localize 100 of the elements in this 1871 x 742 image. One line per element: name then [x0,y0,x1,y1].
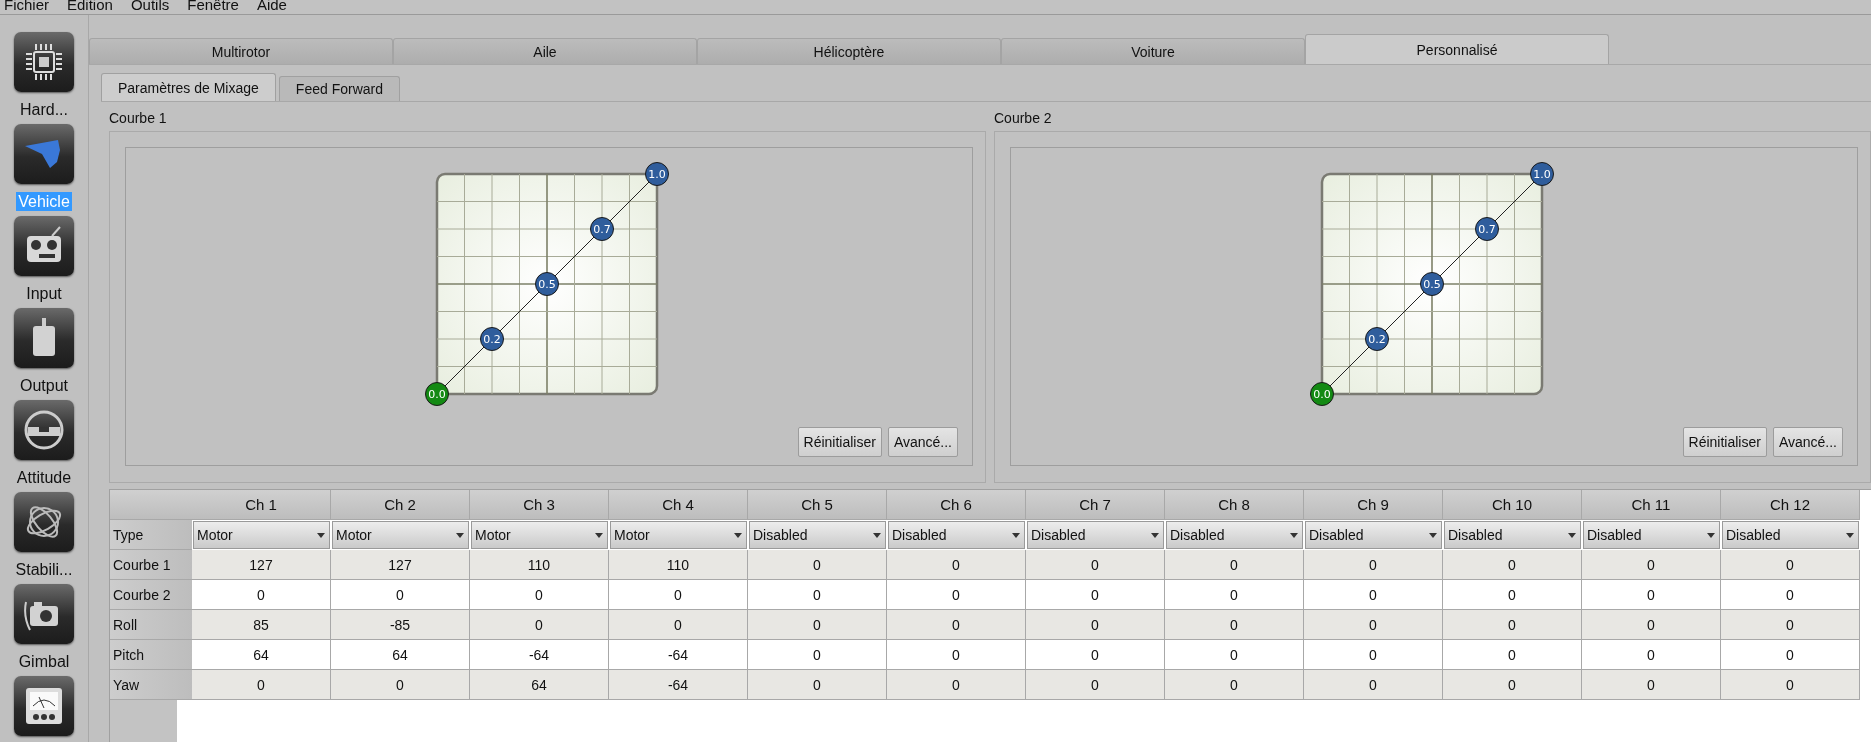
curve-node[interactable] [425,382,449,406]
curve-node[interactable] [480,327,504,351]
vehicle-tab[interactable]: Voiture [1001,38,1305,64]
menu-item[interactable]: Edition [67,0,113,14]
sidebar-label[interactable]: Input [24,284,64,303]
menu-item[interactable]: Fichier [4,0,49,14]
column-header: Ch 11 [1582,490,1721,520]
dropdown-arrow-icon [1568,532,1576,538]
reset-button[interactable]: Réinitialiser [1682,427,1767,457]
table-cell: -64 [470,640,609,670]
table-cell: 0 [1721,610,1860,640]
column-header: Ch 8 [1165,490,1304,520]
type-dropdown[interactable]: Disabled [1444,521,1581,549]
column-header: Ch 4 [609,490,748,520]
row-header: Courbe 1 [110,550,192,580]
node-value: 0.7 [593,223,611,236]
table-cell: 0 [748,610,887,640]
level-icon[interactable] [14,400,74,460]
camera-icon[interactable] [14,584,74,644]
curve-node[interactable] [1365,327,1389,351]
table-cell: 0 [470,580,609,610]
table-cell: 0 [1582,550,1721,580]
gyroscope-icon[interactable] [14,492,74,552]
type-dropdown[interactable]: Disabled [1305,521,1442,549]
table-cell: 127 [192,550,331,580]
curve-node[interactable] [1475,217,1499,241]
table-cell: 0 [609,610,748,640]
sub-tab[interactable]: Paramètres de Mixage [101,73,276,101]
column-header: Ch 3 [470,490,609,520]
table-cell: 0 [470,610,609,640]
node-value: 0.2 [483,333,501,346]
table-cell: 0 [1582,640,1721,670]
curve-node[interactable] [1310,382,1334,406]
column-header: Ch 2 [331,490,470,520]
curve-node[interactable] [535,272,559,296]
chip-icon[interactable] [14,32,74,92]
table-cell: 0 [192,670,331,700]
table-cell: 0 [887,580,1026,610]
sidebar-label[interactable]: Stabili... [13,560,75,579]
table-cell: -64 [609,640,748,670]
reset-button[interactable]: Réinitialiser [797,427,882,457]
sidebar-label[interactable]: Attitude [14,468,74,487]
dropdown-arrow-icon [734,532,742,538]
type-dropdown[interactable]: Disabled [1027,521,1164,549]
advanced-button[interactable]: Avancé... [1772,427,1843,457]
menu-item[interactable]: Fenêtre [187,0,239,14]
table-cell: 0 [1026,670,1165,700]
curve-node[interactable] [1530,162,1554,186]
table-cell: 0 [1721,550,1860,580]
menu-item[interactable]: Outils [130,0,170,14]
table-cell: 0 [1721,670,1860,700]
type-dropdown[interactable]: Motor [610,521,747,549]
column-header: Ch 1 [192,490,331,520]
table-cell: 85 [192,610,331,640]
node-value: 0.0 [428,388,446,401]
vehicle-tab[interactable]: Personnalisé [1305,34,1609,64]
menu-item[interactable]: Aide [256,0,287,14]
dropdown-arrow-icon [456,532,464,538]
motor-icon[interactable] [14,308,74,368]
type-dropdown[interactable]: Motor [332,521,469,549]
table-cell: 0 [1165,670,1304,700]
table-cell: 0 [1304,550,1443,580]
table-cell: 0 [1165,580,1304,610]
table-cell: 0 [1443,610,1582,640]
type-dropdown[interactable]: Disabled [1166,521,1303,549]
curve-node[interactable] [1420,272,1444,296]
column-header: Ch 10 [1443,490,1582,520]
type-dropdown[interactable]: Motor [471,521,608,549]
type-dropdown[interactable]: Disabled [1722,521,1859,549]
dropdown-arrow-icon [317,532,325,538]
table-cell: 0 [1443,550,1582,580]
column-header: Ch 5 [748,490,887,520]
row-header: Yaw [110,670,192,700]
sidebar-label[interactable]: Gimbal [16,652,72,671]
table-cell: 0 [1165,640,1304,670]
table-cell: 0 [748,670,887,700]
curve-node[interactable] [645,162,669,186]
table-cell: 0 [1165,550,1304,580]
curve-node[interactable] [590,217,614,241]
advanced-button[interactable]: Avancé... [887,427,958,457]
table-cell: 0 [1721,580,1860,610]
plane-icon[interactable] [14,124,74,184]
sidebar-label[interactable]: Hard... [18,100,70,119]
vehicle-tab[interactable]: Hélicoptère [697,38,1001,64]
type-dropdown[interactable]: Disabled [749,521,886,549]
type-dropdown[interactable]: Disabled [888,521,1025,549]
type-dropdown[interactable]: Disabled [1583,521,1720,549]
vehicle-tab[interactable]: Multirotor [89,38,393,64]
gauge-icon[interactable] [14,676,74,736]
table-cell: 0 [1582,610,1721,640]
table-cell: 0 [1026,640,1165,670]
column-header: Ch 12 [1721,490,1860,520]
remote-control-icon[interactable] [14,216,74,276]
vehicle-tab[interactable]: Aile [393,38,697,64]
table-cell: 0 [1304,640,1443,670]
node-value: 0.5 [538,278,556,291]
sub-tab[interactable]: Feed Forward [278,76,400,101]
sidebar-label[interactable]: Output [18,376,70,395]
table-cell: 0 [192,580,331,610]
type-dropdown[interactable]: Motor [193,521,330,549]
